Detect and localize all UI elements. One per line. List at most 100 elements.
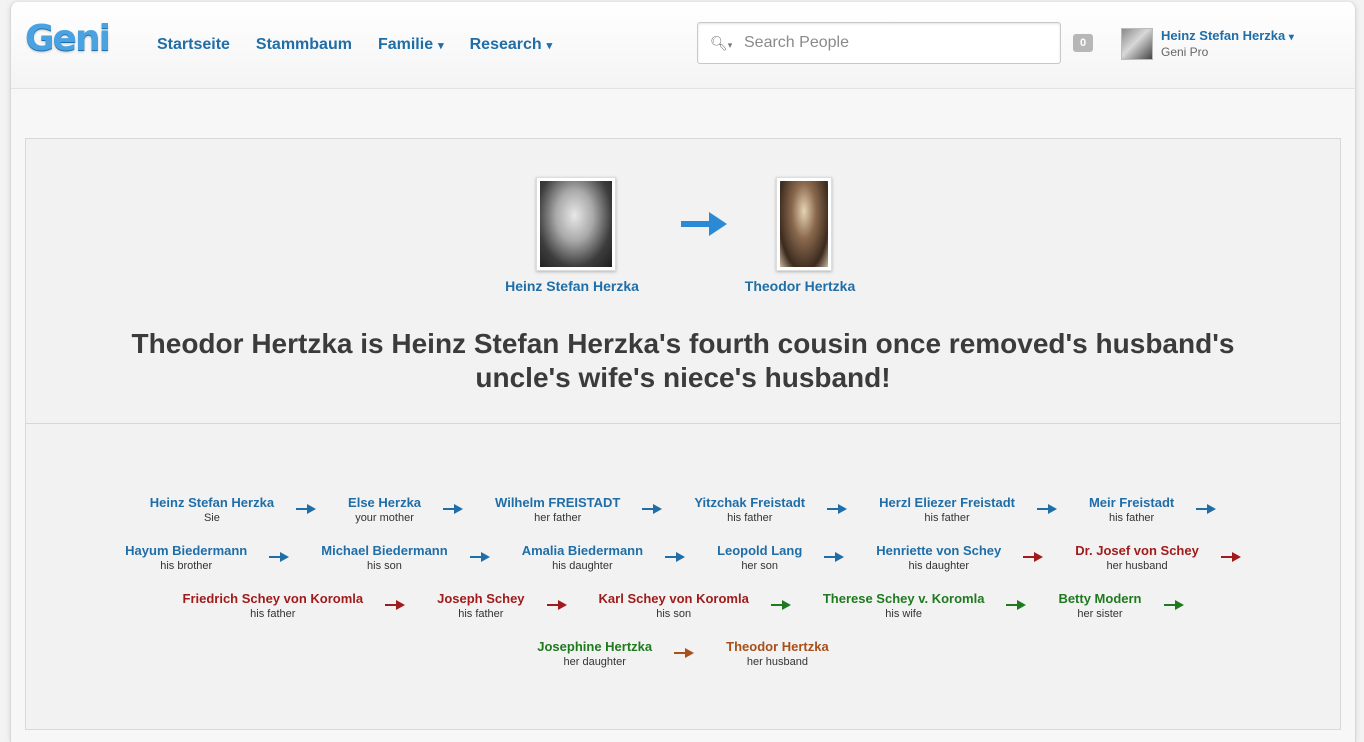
main-nav: Startseite Stammbaum Familie ▾ Research ▾ bbox=[157, 36, 578, 54]
chain-item: Joseph Schey his father bbox=[437, 591, 567, 620]
chain-person: Dr. Josef von Schey her husband bbox=[1075, 543, 1199, 572]
chevron-down-icon: ▾ bbox=[546, 40, 553, 52]
chain-person: Heinz Stefan Herzka Sie bbox=[150, 495, 274, 524]
relation-label: her sister bbox=[1077, 608, 1123, 620]
relation-label: his son bbox=[367, 560, 402, 572]
person-name-link[interactable]: Wilhelm FREISTADT bbox=[495, 495, 620, 510]
right-arrow-icon bbox=[665, 552, 686, 562]
person-name-link[interactable]: Dr. Josef von Schey bbox=[1075, 543, 1199, 558]
geni-logo[interactable]: Geni bbox=[25, 18, 111, 59]
nav-stammbaum[interactable]: Stammbaum bbox=[256, 36, 352, 54]
chain-item: Betty Modern her sister bbox=[1058, 591, 1184, 620]
chain-person: Josephine Hertzka her daughter bbox=[537, 639, 652, 668]
profile-photo-to[interactable] bbox=[776, 177, 832, 271]
right-arrow-icon bbox=[824, 552, 845, 562]
right-arrow-icon bbox=[1036, 504, 1057, 514]
chain-item: Michael Biedermann his son bbox=[321, 543, 490, 572]
person-name-link[interactable]: Michael Biedermann bbox=[321, 543, 447, 558]
right-arrow-icon bbox=[642, 504, 663, 514]
relation-label: his father bbox=[924, 512, 970, 524]
right-arrow-icon bbox=[1196, 504, 1217, 514]
person-name-link[interactable]: Amalia Biedermann bbox=[522, 543, 643, 558]
chain-person: Leopold Lang her son bbox=[717, 543, 802, 572]
search-icon[interactable]: 🔍︎▾ bbox=[710, 35, 742, 52]
chain-person: Michael Biedermann his son bbox=[321, 543, 447, 572]
chain-person: Therese Schey v. Koromla his wife bbox=[823, 591, 985, 620]
relationship-chain-row: Hayum Biedermann his brother Michael Biede… bbox=[26, 543, 1340, 572]
relation-label: his wife bbox=[885, 608, 922, 620]
person-name-link[interactable]: Friedrich Schey von Koromla bbox=[183, 591, 364, 606]
person-name-link[interactable]: Meir Freistadt bbox=[1089, 495, 1174, 510]
nav-research[interactable]: Research ▾ bbox=[470, 36, 553, 54]
profile-photo-from[interactable] bbox=[536, 177, 616, 271]
person-name-link[interactable]: Henriette von Schey bbox=[876, 543, 1001, 558]
chain-item: Else Herzka your mother bbox=[348, 495, 464, 524]
relationship-chain-row: Friedrich Schey von Koromla his father Jos… bbox=[26, 591, 1340, 620]
relation-label: his father bbox=[727, 512, 773, 524]
user-menu[interactable]: Heinz Stefan Herzka ▾ bbox=[1161, 28, 1294, 43]
chain-item: Henriette von Schey his daughter bbox=[876, 543, 1044, 572]
chain-person: Herzl Eliezer Freistadt his father bbox=[879, 495, 1015, 524]
right-arrow-icon bbox=[1220, 552, 1241, 562]
chain-item: Theodor Hertzka her husband bbox=[726, 639, 829, 668]
chain-person: Amalia Biedermann his daughter bbox=[522, 543, 643, 572]
right-arrow-icon bbox=[827, 504, 848, 514]
relation-label: her husband bbox=[746, 656, 809, 668]
chain-person: Wilhelm FREISTADT her father bbox=[495, 495, 620, 524]
person-name-link[interactable]: Yitzchak Freistadt bbox=[694, 495, 805, 510]
person-name-link[interactable]: Heinz Stefan Herzka bbox=[150, 495, 274, 510]
person-name-link[interactable]: Else Herzka bbox=[348, 495, 421, 510]
chain-person: Joseph Schey his father bbox=[437, 591, 524, 620]
person-name-link[interactable]: Therese Schey v. Koromla bbox=[823, 591, 985, 606]
person-name-link[interactable]: Theodor Hertzka bbox=[726, 639, 829, 654]
to-person-link[interactable]: Theodor Hertzka bbox=[700, 278, 900, 294]
section-divider bbox=[26, 423, 1340, 424]
relation-label: your mother bbox=[355, 512, 414, 524]
person-name-link[interactable]: Karl Schey von Koromla bbox=[599, 591, 749, 606]
browser-window: Geni Startseite Stammbaum Familie ▾ Resea… bbox=[10, 2, 1356, 742]
person-name-link[interactable]: Joseph Schey bbox=[437, 591, 524, 606]
chain-item: Hayum Biedermann his brother bbox=[125, 543, 290, 572]
from-person-link[interactable]: Heinz Stefan Herzka bbox=[472, 278, 672, 294]
person-name-link[interactable]: Josephine Hertzka bbox=[537, 639, 652, 654]
user-avatar[interactable] bbox=[1121, 28, 1153, 60]
relation-label: his son bbox=[656, 608, 692, 620]
relationship-arrow-icon bbox=[681, 212, 727, 236]
relation-label: his father bbox=[1108, 512, 1155, 524]
relation-label: his daughter bbox=[908, 560, 970, 572]
chain-person: Betty Modern her sister bbox=[1058, 591, 1141, 620]
nav-familie[interactable]: Familie ▾ bbox=[378, 36, 444, 54]
search-box[interactable]: 🔍︎▾ bbox=[697, 22, 1061, 64]
right-arrow-icon bbox=[296, 504, 317, 514]
notification-badge[interactable]: 0 bbox=[1073, 34, 1093, 52]
chain-person: Yitzchak Freistadt his father bbox=[694, 495, 805, 524]
person-name-link[interactable]: Hayum Biedermann bbox=[125, 543, 247, 558]
right-arrow-icon bbox=[770, 600, 791, 610]
right-arrow-icon bbox=[1006, 600, 1027, 610]
relation-label: her daughter bbox=[563, 656, 626, 668]
chevron-down-icon: ▾ bbox=[438, 40, 444, 52]
chain-person: Hayum Biedermann his brother bbox=[125, 543, 247, 572]
chain-person: Meir Freistadt his father bbox=[1089, 495, 1174, 524]
chain-person: Else Herzka your mother bbox=[348, 495, 421, 524]
right-arrow-icon bbox=[674, 648, 695, 658]
relationship-chain-row: Josephine Hertzka her daughter Theodor Her… bbox=[26, 639, 1340, 668]
right-arrow-icon bbox=[385, 600, 406, 610]
chain-item: Dr. Josef von Schey her husband bbox=[1075, 543, 1241, 572]
relationship-headline: Theodor Hertzka is Heinz Stefan Herzka's… bbox=[131, 328, 1235, 393]
relation-label: his father bbox=[250, 608, 296, 620]
chain-item: Leopold Lang her son bbox=[717, 543, 845, 572]
relationship-panel: Heinz Stefan Herzka Theodor Hertzka Theo… bbox=[25, 138, 1341, 730]
person-name-link[interactable]: Herzl Eliezer Freistadt bbox=[879, 495, 1015, 510]
person-name-link[interactable]: Betty Modern bbox=[1058, 591, 1141, 606]
relation-label: her father bbox=[534, 512, 582, 524]
search-input[interactable] bbox=[742, 33, 1046, 53]
chain-item: Meir Freistadt his father bbox=[1089, 495, 1217, 524]
chevron-down-icon: ▾ bbox=[1288, 32, 1294, 43]
relation-label: her son bbox=[741, 560, 779, 572]
chain-person: Friedrich Schey von Koromla his father bbox=[183, 591, 364, 620]
right-arrow-icon bbox=[1163, 600, 1184, 610]
nav-startseite[interactable]: Startseite bbox=[157, 36, 230, 54]
person-name-link[interactable]: Leopold Lang bbox=[717, 543, 802, 558]
chain-item: Heinz Stefan Herzka Sie bbox=[150, 495, 317, 524]
